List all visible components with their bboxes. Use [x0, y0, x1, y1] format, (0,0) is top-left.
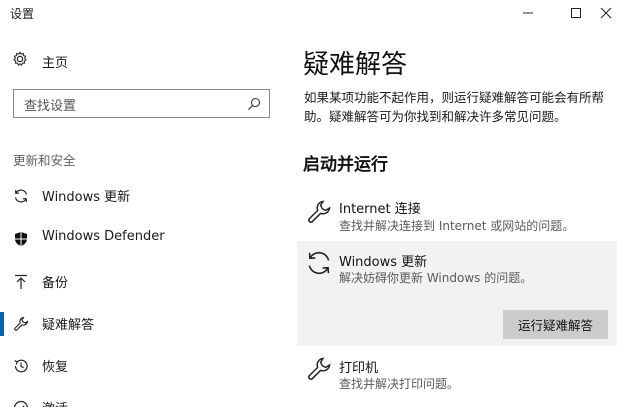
- check-circle-icon: [12, 399, 30, 407]
- troubleshooter-name: Windows 更新: [339, 255, 428, 270]
- shield-icon: [12, 230, 30, 248]
- wrench-icon: [304, 197, 334, 227]
- minimize-button[interactable]: [508, 0, 548, 26]
- troubleshooter-windows-update[interactable]: Windows 更新 解决妨碍你更新 Windows 的问题。 运行疑难解答: [297, 241, 617, 346]
- wrench-icon: [304, 354, 334, 384]
- page-title: 疑难解答: [303, 50, 408, 80]
- close-button[interactable]: [586, 0, 625, 26]
- sync-icon: [12, 187, 30, 205]
- search-input[interactable]: 查找设置: [13, 89, 270, 118]
- troubleshooter-printer[interactable]: 打印机 查找并解决打印问题。: [297, 352, 617, 402]
- title-bar: 设置: [0, 0, 625, 26]
- sidebar-item-label: 备份: [42, 276, 69, 291]
- sidebar-item-label: 疑难解答: [42, 318, 95, 333]
- search-placeholder: 查找设置: [24, 99, 77, 114]
- sync-icon: [304, 248, 334, 278]
- sidebar-item-activation[interactable]: 激活: [0, 392, 285, 407]
- minimize-icon: [523, 12, 533, 14]
- page-description: 如果某项功能不起作用，则运行疑难解答可能会有所帮助。疑难解答可为你找到和解决许多…: [304, 90, 605, 124]
- troubleshooter-description: 查找并解决连接到 Internet 或网站的问题。: [339, 219, 575, 233]
- nav-home[interactable]: 主页: [12, 50, 68, 72]
- nav-home-label: 主页: [42, 55, 69, 71]
- troubleshooter-internet[interactable]: Internet 连接 查找并解决连接到 Internet 或网站的问题。: [297, 193, 617, 238]
- window-title: 设置: [10, 7, 35, 21]
- search-icon: [247, 96, 261, 115]
- sidebar-item-troubleshoot[interactable]: 疑难解答: [0, 308, 285, 338]
- run-troubleshooter-button[interactable]: 运行疑难解答: [503, 310, 608, 339]
- sidebar-item-label: 激活: [42, 398, 68, 407]
- troubleshooter-description: 解决妨碍你更新 Windows 的问题。: [339, 271, 533, 285]
- close-icon: [600, 7, 612, 19]
- sidebar-item-label: 恢复: [42, 360, 69, 375]
- sidebar-item-label: Windows 更新: [42, 190, 131, 205]
- sidebar-item-label: Windows Defender: [42, 229, 165, 244]
- sidebar-item-windows-defender[interactable]: Windows Defender: [0, 223, 285, 253]
- wrench-icon: [12, 315, 30, 333]
- history-icon: [12, 357, 30, 375]
- watermark-fragment: [490, 400, 498, 407]
- gear-icon: [12, 51, 28, 71]
- section-title: 启动并运行: [303, 155, 388, 175]
- troubleshooter-description: 查找并解决打印问题。: [339, 377, 460, 391]
- sidebar-item-backup[interactable]: 备份: [0, 266, 285, 296]
- troubleshooter-name: 打印机: [339, 361, 379, 376]
- sidebar-item-recovery[interactable]: 恢复: [0, 350, 285, 380]
- upload-arrow-icon: [12, 273, 30, 291]
- active-indicator: [0, 312, 4, 336]
- maximize-icon: [571, 8, 581, 18]
- nav-section-label: 更新和安全: [13, 153, 76, 168]
- sidebar-item-windows-update[interactable]: Windows 更新: [0, 180, 285, 210]
- troubleshooter-name: Internet 连接: [339, 202, 421, 217]
